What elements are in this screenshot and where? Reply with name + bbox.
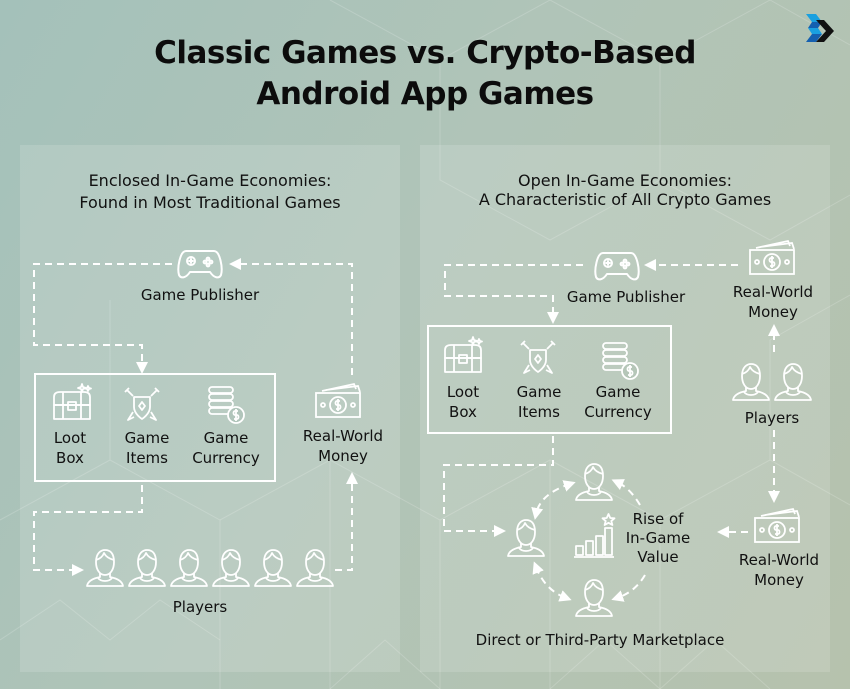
user-icon [85, 548, 125, 592]
left-money-label: Real-World Money [302, 427, 384, 465]
gamepad-icon [176, 248, 224, 280]
coin-stack-icon [600, 341, 640, 381]
page-title-line-1: Classic Games vs. Crypto-Based [154, 35, 696, 71]
cash-icon [314, 382, 364, 419]
right-subtitle-line-2: A Characteristic of All Crypto Games [478, 190, 772, 209]
right-game-currency-label: Game Currency [584, 383, 652, 421]
left-publisher-label: Game Publisher [140, 286, 260, 304]
left-players-group [85, 548, 335, 592]
right-players-group [731, 362, 813, 406]
brand-chevron-logo [806, 14, 834, 42]
user-icon [731, 362, 771, 406]
right-money-bottom-label: Real-World Money [738, 551, 820, 589]
right-money-top-label: Real-World Money [732, 283, 814, 321]
cash-icon [748, 239, 798, 276]
shield-swords-icon [124, 387, 160, 423]
right-players-label: Players [744, 409, 800, 427]
user-icon [127, 548, 167, 592]
left-loot-box-label: Loot Box [53, 429, 87, 467]
marketplace-user-icon-top [574, 462, 614, 502]
left-players-label: Players [172, 598, 228, 616]
user-icon [169, 548, 209, 592]
gamepad-icon [593, 250, 641, 282]
treasure-chest-icon [52, 383, 92, 423]
right-publisher-label: Game Publisher [566, 288, 686, 306]
user-icon [295, 548, 335, 592]
left-game-currency-label: Game Currency [192, 429, 260, 467]
marketplace-label: Direct or Third-Party Marketplace [475, 631, 725, 649]
rise-of-value-label: Rise of In-Game Value [625, 510, 691, 566]
right-game-items-label: Game Items [516, 383, 562, 421]
coin-stack-icon [206, 385, 246, 425]
left-game-items-label: Game Items [124, 429, 170, 467]
page-title-line-2: Android App Games [256, 76, 594, 112]
user-icon [211, 548, 251, 592]
left-subtitle-line-1: Enclosed In-Game Economies: [88, 171, 332, 190]
cash-icon [753, 507, 803, 544]
left-subtitle-line-2: Found in Most Traditional Games [79, 193, 341, 212]
treasure-chest-icon [443, 336, 483, 376]
marketplace-user-icon-bottom [574, 578, 614, 618]
marketplace-user-icon-left [506, 518, 546, 558]
user-icon [253, 548, 293, 592]
user-icon [773, 362, 813, 406]
shield-swords-icon [520, 340, 556, 376]
right-loot-box-label: Loot Box [446, 383, 480, 421]
bar-chart-star-icon [573, 513, 616, 559]
